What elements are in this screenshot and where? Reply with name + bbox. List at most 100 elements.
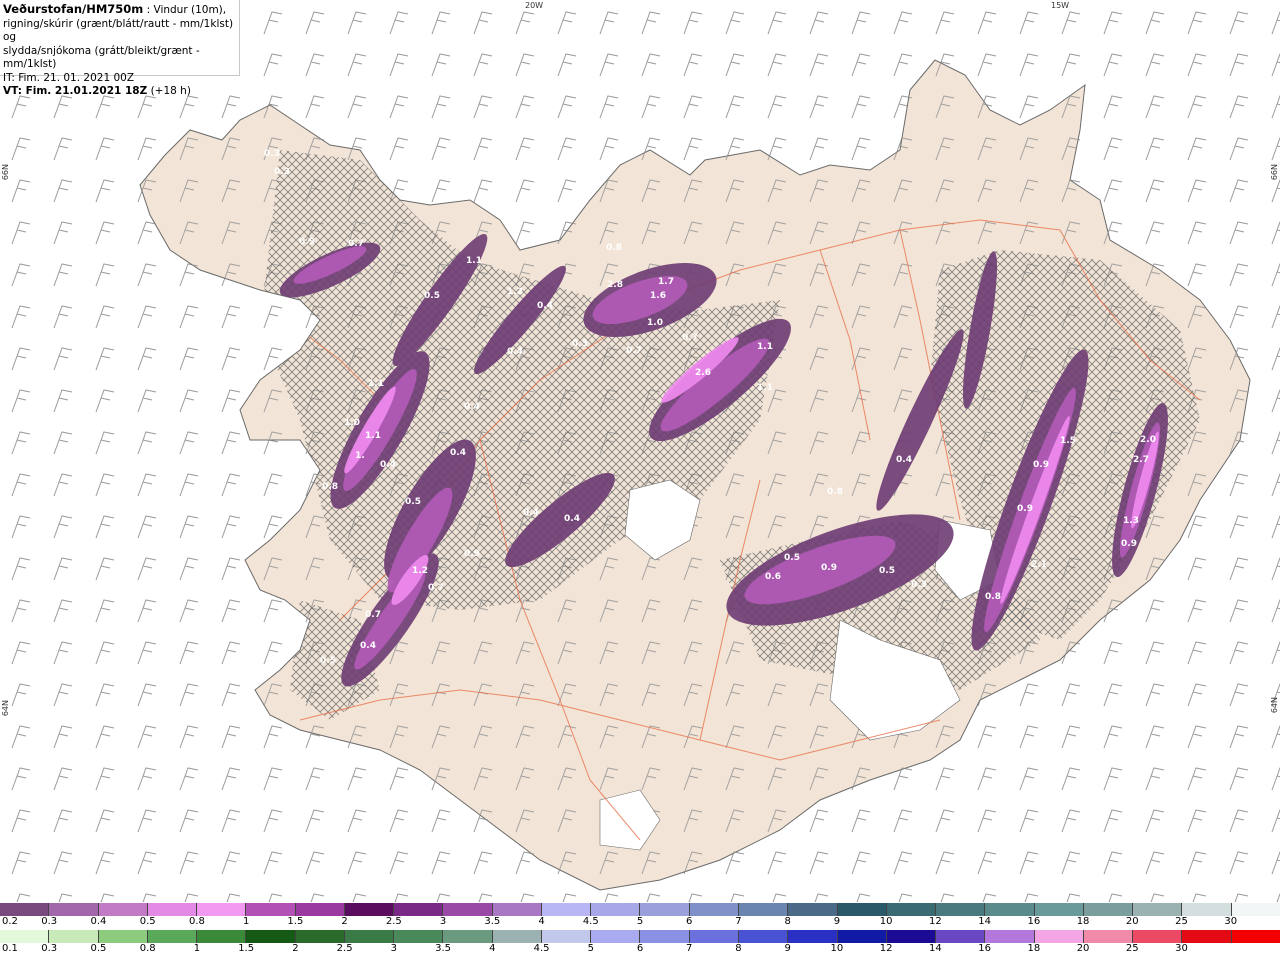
precip-value-label: 0.4 <box>523 508 539 518</box>
legend-label: 1.5 <box>287 916 304 927</box>
legend-label: 8 <box>784 916 791 927</box>
precip-value-label: 0.7 <box>626 346 642 356</box>
precip-value-label: 0.8 <box>827 487 843 497</box>
legend-swatch <box>97 930 147 943</box>
legend-swatch <box>294 930 344 943</box>
legend-swatch <box>442 903 492 916</box>
grid-label-left-66n: 66N <box>1 164 10 181</box>
precip-value-label: 0.5 <box>879 566 895 576</box>
legend-label: 14 <box>978 916 991 927</box>
legend-swatch <box>1082 930 1133 943</box>
legend-swatch <box>196 930 246 943</box>
legend-snow-labels: 0.2 0.3 0.4 0.5 0.8 1 1.5 2 2.5 3 3.5 4 4.5 5 6 7 8 9 10 12… <box>0 916 1280 929</box>
legend-label: 20 <box>1125 916 1139 927</box>
precip-value-label: 2.0 <box>1140 435 1156 445</box>
forecast-map[interactable]: 0.3 0.3 0.9 0.7 1.1 0.5 1.2 0.4 0.4 0.3 0.8 2.8 1.6 1… <box>0 0 1280 902</box>
legend-label: 3 <box>390 943 398 954</box>
precip-value-label: 0.4 <box>564 514 580 524</box>
precip-value-label: 0.4 <box>896 455 912 465</box>
legend-label: 6 <box>686 916 693 927</box>
precip-value-label: 0.4 <box>360 641 376 651</box>
legend-swatch <box>442 930 492 943</box>
precip-value-label: 0.8 <box>322 482 338 492</box>
precip-value-label: 0.9 <box>1121 539 1137 549</box>
legend-label: 0.4 <box>90 916 107 927</box>
legend-label: 2 <box>292 943 299 954</box>
legend-swatch <box>491 903 541 916</box>
legend-label: 6 <box>636 943 644 954</box>
legend-label: 30 <box>1175 943 1188 954</box>
legend-swatch <box>1132 930 1182 943</box>
legend-label: 2.5 <box>385 916 402 927</box>
legend-label: 0.3 <box>41 916 58 927</box>
precip-value-label: 1. <box>355 451 365 461</box>
legend-swatch <box>590 930 640 943</box>
legend-swatch <box>48 903 98 916</box>
legend-swatch <box>1230 903 1280 916</box>
map-info-box: Veðurstofan/HM750m : Vindur (10m), rigni… <box>0 0 240 97</box>
legend-label: 20 <box>1076 943 1090 954</box>
legend-swatch <box>343 903 394 916</box>
legend-swatch <box>294 903 344 916</box>
precip-value-label: 0.4 <box>450 448 466 458</box>
legend-label: 30 <box>1224 916 1238 927</box>
map-title: Veðurstofan/HM750m <box>3 2 144 16</box>
precip-value-label: 1.2 <box>507 287 523 297</box>
precip-value-label: 0.5 <box>784 553 800 563</box>
valid-time-offset: (+18 h) <box>147 85 191 97</box>
legend-label: 0.8 <box>139 943 156 954</box>
precip-value-label: 0.8 <box>606 243 622 253</box>
legend-swatch <box>1181 930 1231 943</box>
precip-value-label: 0.9 <box>821 563 837 573</box>
legend-label: 0.8 <box>188 916 205 927</box>
legend-label: 4.5 <box>533 943 550 954</box>
precip-value-label: 1.1 <box>368 379 384 389</box>
legend-label: 0.2 <box>2 916 18 927</box>
legend-label: 4 <box>538 916 545 927</box>
precip-value-label: 0.7 <box>428 583 444 593</box>
legend-label: 12 <box>879 943 893 954</box>
legend-label: 2.5 <box>336 943 353 954</box>
legend-swatch <box>935 903 985 916</box>
legend-swatch <box>639 930 689 943</box>
legend-swatch <box>885 930 936 943</box>
map-subtitle-snow: slydda/snjókoma (grátt/bleikt/grænt - mm… <box>3 44 200 71</box>
legend-label: 25 <box>1125 943 1139 954</box>
legend-swatch <box>737 930 788 943</box>
precip-value-label: 0.3 <box>911 580 927 590</box>
legend-label: 8 <box>735 943 742 954</box>
legend-rain-labels: 0.1 0.3 0.5 0.8 1 1.5 2 2.5 3 3.5 4 4.5 5 6 7 8 9 10 12 14 1… <box>0 943 1280 956</box>
legend-swatch <box>984 903 1034 916</box>
legend-swatch <box>393 930 443 943</box>
grid-label-20w: 20W <box>525 1 544 10</box>
precip-value-label: 2.6 <box>695 368 711 378</box>
precip-value-label: 0.7 <box>365 610 381 620</box>
precip-value-label: 1.6 <box>650 291 666 301</box>
legend-swatch <box>48 930 98 943</box>
precip-value-label: 0.3 <box>264 149 280 159</box>
legend-label: 1 <box>193 943 201 954</box>
legend-swatch <box>787 903 837 916</box>
legend-snow: 0.2 0.3 0.4 0.5 0.8 1 1.5 2 2.5 3 3.5 4 4.5 5 6 7 8 9 10 12… <box>0 903 1280 929</box>
precip-value-label: 1.1 <box>757 383 773 393</box>
legend-swatch <box>1181 903 1231 916</box>
legend-label: 10 <box>879 916 893 927</box>
legend-rain: 0.1 0.3 0.5 0.8 1 1.5 2 2.5 3 3.5 4 4.5 5 6 7 8 9 10 12 14 1… <box>0 930 1280 956</box>
legend-swatch <box>688 903 738 916</box>
legend-label: 5 <box>587 943 594 954</box>
precip-value-label: 1.0 <box>344 418 360 428</box>
legend-label: 14 <box>929 943 942 954</box>
legend-swatch <box>1230 930 1280 943</box>
legend-swatch <box>1132 903 1182 916</box>
grid-label-right-66n: 66N <box>1270 164 1279 181</box>
precip-value-label: 1.0 <box>647 318 663 328</box>
legend-swatch <box>491 930 541 943</box>
legend-snow-colors <box>0 903 1280 916</box>
legend-label: 12 <box>929 916 942 927</box>
precip-value-label: 1.2 <box>412 566 428 576</box>
precip-value-label: 0.3 <box>572 339 588 349</box>
precip-value-label: 0.9 <box>1033 460 1049 470</box>
legend-swatch <box>787 930 837 943</box>
legend-swatch <box>836 930 886 943</box>
precip-value-label: 0.9 <box>464 549 480 559</box>
